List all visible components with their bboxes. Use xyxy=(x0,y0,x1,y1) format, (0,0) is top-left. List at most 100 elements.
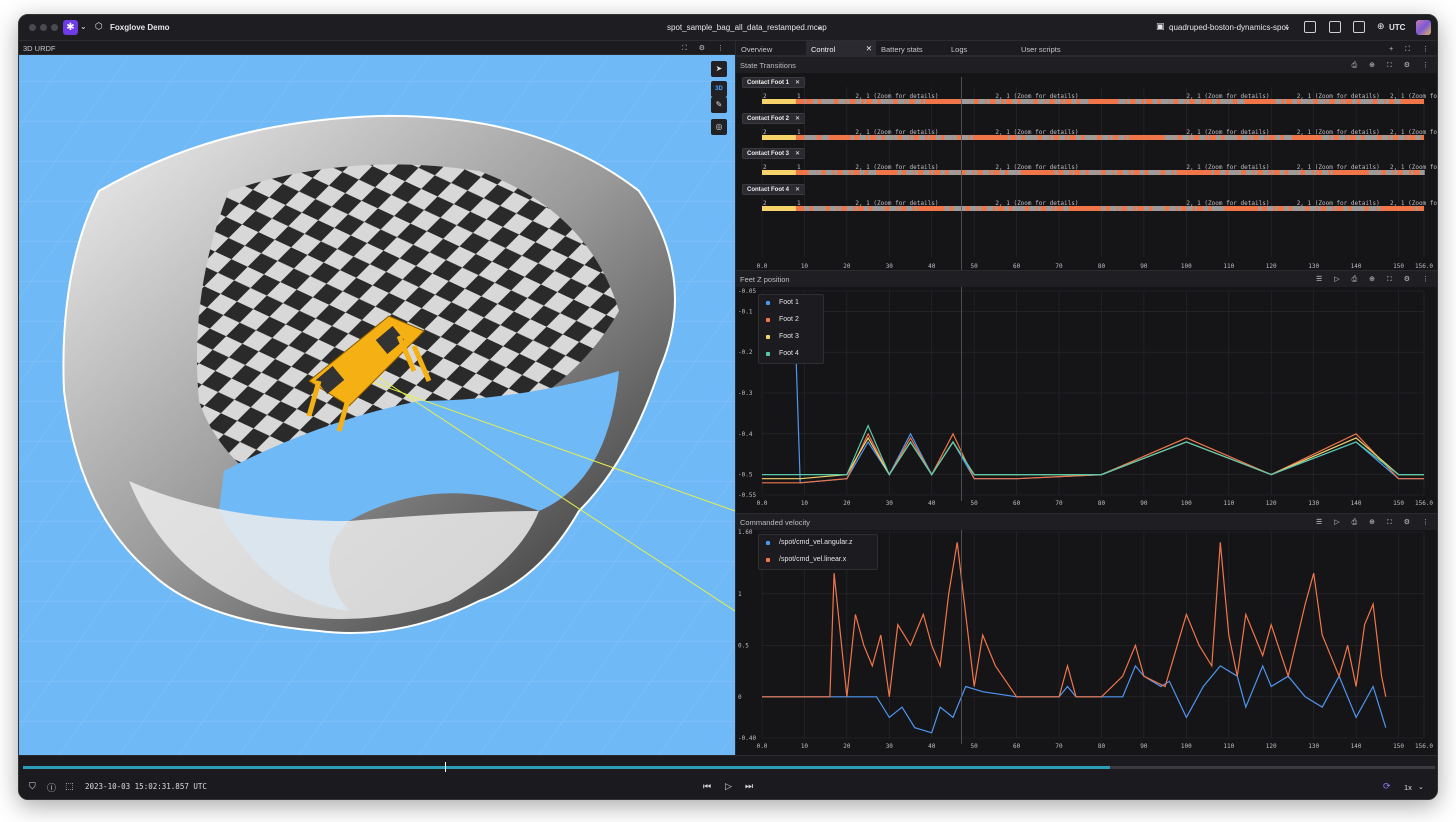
state-segment xyxy=(808,170,817,175)
chevron-down-icon[interactable]: ⌄ xyxy=(80,22,87,31)
state-segment xyxy=(804,135,813,140)
tab-overview[interactable]: Overview xyxy=(736,41,806,56)
globe-icon[interactable]: ⊕ xyxy=(1377,21,1385,32)
ruler-icon[interactable]: ✎ xyxy=(711,97,727,113)
chart-legend[interactable]: Foot 1 Foot 2 Foot 3 Foot 4 xyxy=(758,294,824,364)
state-segment xyxy=(1143,206,1149,211)
x-tick-label: 30 xyxy=(886,500,894,507)
bookmark-icon[interactable]: ⛉ xyxy=(29,781,36,792)
avatar[interactable] xyxy=(1416,20,1431,35)
state-segment xyxy=(940,170,946,175)
play-icon[interactable]: ▷ xyxy=(725,781,732,792)
x-tick-label: 140 xyxy=(1351,500,1362,507)
state-segment xyxy=(1160,206,1165,211)
x-tick-label: 120 xyxy=(1266,743,1277,750)
state-segment xyxy=(1139,170,1145,175)
x-tick-label: 10 xyxy=(801,743,809,750)
tab-logs[interactable]: Logs xyxy=(946,41,1016,56)
maximize-window-dot[interactable] xyxy=(51,24,58,31)
select-tool-icon[interactable]: ➤ xyxy=(711,61,727,77)
timezone-label[interactable]: UTC xyxy=(1389,23,1405,32)
y-tick-label: 1.60 xyxy=(738,529,753,536)
panel-actions[interactable]: ⛶ ⚙ ⋮ xyxy=(682,44,729,53)
x-tick-label: 50 xyxy=(971,500,979,507)
state-segment xyxy=(1165,135,1174,140)
left-sidebar-icon[interactable] xyxy=(1329,21,1341,33)
state-segment xyxy=(961,206,966,211)
speed-select[interactable]: 1x xyxy=(1404,783,1412,792)
3d-scene[interactable] xyxy=(19,41,735,755)
foxglove-logo-icon[interactable]: ✱ xyxy=(63,20,78,35)
chevron-down-icon[interactable]: ⌄ xyxy=(1284,22,1291,31)
close-window-dot[interactable] xyxy=(29,24,36,31)
state-segment xyxy=(821,206,826,211)
state-segment xyxy=(1156,170,1161,175)
x-tick-label: 140 xyxy=(1351,263,1362,270)
state-segment xyxy=(944,206,950,211)
state-segment xyxy=(804,99,807,104)
chevron-down-icon[interactable]: ⌄ xyxy=(816,22,823,31)
x-tick-label: 150 xyxy=(1393,263,1404,270)
series-line xyxy=(762,436,1424,480)
state-segment xyxy=(1177,99,1185,104)
file-name[interactable]: spot_sample_bag_all_data_restamped.mcap xyxy=(667,23,827,32)
y-tick-label: 0 xyxy=(738,694,742,701)
3d-urdf-panel[interactable]: 3D URDF ⛶ ⚙ ⋮ ➤ 3D ✎ ◎ xyxy=(19,41,735,755)
state-segment xyxy=(952,135,957,140)
legend-item: Foot 4 xyxy=(759,346,823,363)
tab-actions[interactable]: + ⛶ ⋮ xyxy=(1389,45,1434,54)
tab-battery-stats[interactable]: Battery stats xyxy=(876,41,946,56)
tab-control[interactable]: Control ✕ xyxy=(806,41,876,56)
skip-forward-icon[interactable]: ⏭ xyxy=(745,781,753,792)
state-segment xyxy=(1169,206,1177,211)
state-segment xyxy=(829,99,834,104)
state-segment xyxy=(829,206,837,211)
legend-item: /spot/cmd_vel.linear.x xyxy=(759,552,877,569)
right-sidebar-icon[interactable] xyxy=(1353,21,1365,33)
recenter-icon[interactable]: ◎ xyxy=(711,119,727,135)
app-window: ✱ ⌄ ⬡ Foxglove Demo spot_sample_bag_all_… xyxy=(18,14,1438,800)
info-icon[interactable]: ⓘ xyxy=(47,781,56,794)
state-segment xyxy=(821,99,830,104)
timeline-scrubber[interactable] xyxy=(23,766,1435,769)
x-tick-label: 0.0 xyxy=(757,500,768,507)
legend-item: Foot 2 xyxy=(759,312,823,329)
chart-legend[interactable]: /spot/cmd_vel.angular.z /spot/cmd_vel.li… xyxy=(758,534,878,570)
playhead[interactable] xyxy=(445,762,446,772)
feet-z-chart[interactable]: 0.0 10 20 30 40 50 60 70 80 90 100 110 120 130 140 150 1… xyxy=(736,271,1438,514)
skip-back-icon[interactable]: ⏮ xyxy=(703,781,711,792)
zoom-hint-label: 2, 1 (Zoom for details) xyxy=(1390,164,1438,171)
commanded-velocity-panel[interactable]: Commanded velocity ☰ ▷ ⎙ ⊕ ⛶ ⚙ ⋮ 0.0 10 20… xyxy=(736,513,1437,755)
repeat-icon[interactable]: ⟳ xyxy=(1383,781,1391,792)
screen-share-icon[interactable] xyxy=(1304,21,1316,33)
minimize-window-dot[interactable] xyxy=(40,24,47,31)
layout-name[interactable]: quadruped-boston-dynamics-spot xyxy=(1169,23,1288,32)
loop-range-icon[interactable]: ⬚ xyxy=(65,781,74,792)
state-segment xyxy=(1101,135,1109,140)
state-segment xyxy=(1275,99,1282,104)
chevron-down-icon[interactable]: ⌄ xyxy=(1418,783,1424,791)
close-icon[interactable]: ✕ xyxy=(866,44,872,53)
tab-user-scripts[interactable]: User scripts xyxy=(1016,41,1086,56)
y-tick-label: 1 xyxy=(738,591,742,598)
tab-bar: Overview Control ✕ Battery stats Logs Use… xyxy=(736,41,1437,56)
state-segment xyxy=(1101,206,1106,211)
state-segment xyxy=(969,206,977,211)
app-name[interactable]: Foxglove Demo xyxy=(110,23,170,32)
state-segment xyxy=(851,135,855,140)
zoom-hint-label: 2, 1 (Zoom for details) xyxy=(995,164,1078,171)
zoom-hint-label: 2, 1 (Zoom for details) xyxy=(1186,129,1269,136)
y-tick-label: -0.1 xyxy=(738,308,753,315)
state-transitions-chart[interactable]: 0.0 10 20 30 40 50 60 70 80 90 100 110 120 130 140 150 1… xyxy=(736,57,1438,271)
state-segment xyxy=(1118,135,1125,140)
feet-z-panel[interactable]: Feet Z position ☰ ▷ ⎙ ⊕ ⛶ ⚙ ⋮ 0.0 10 20 30 4… xyxy=(736,270,1438,514)
state-segment xyxy=(762,99,796,104)
state-transitions-panel[interactable]: State Transitions ⎙ ⊕ ⛶ ⚙ ⋮ Contact Foot… xyxy=(736,56,1438,271)
legend-item: Foot 3 xyxy=(759,329,823,346)
state-value-label: 2 xyxy=(763,93,767,100)
state-value-label: 1 xyxy=(797,200,801,207)
state-segment xyxy=(821,135,829,140)
3d-toggle-button[interactable]: 3D xyxy=(711,81,727,97)
x-tick-label: 10 xyxy=(801,263,809,270)
state-segment xyxy=(1177,206,1181,211)
